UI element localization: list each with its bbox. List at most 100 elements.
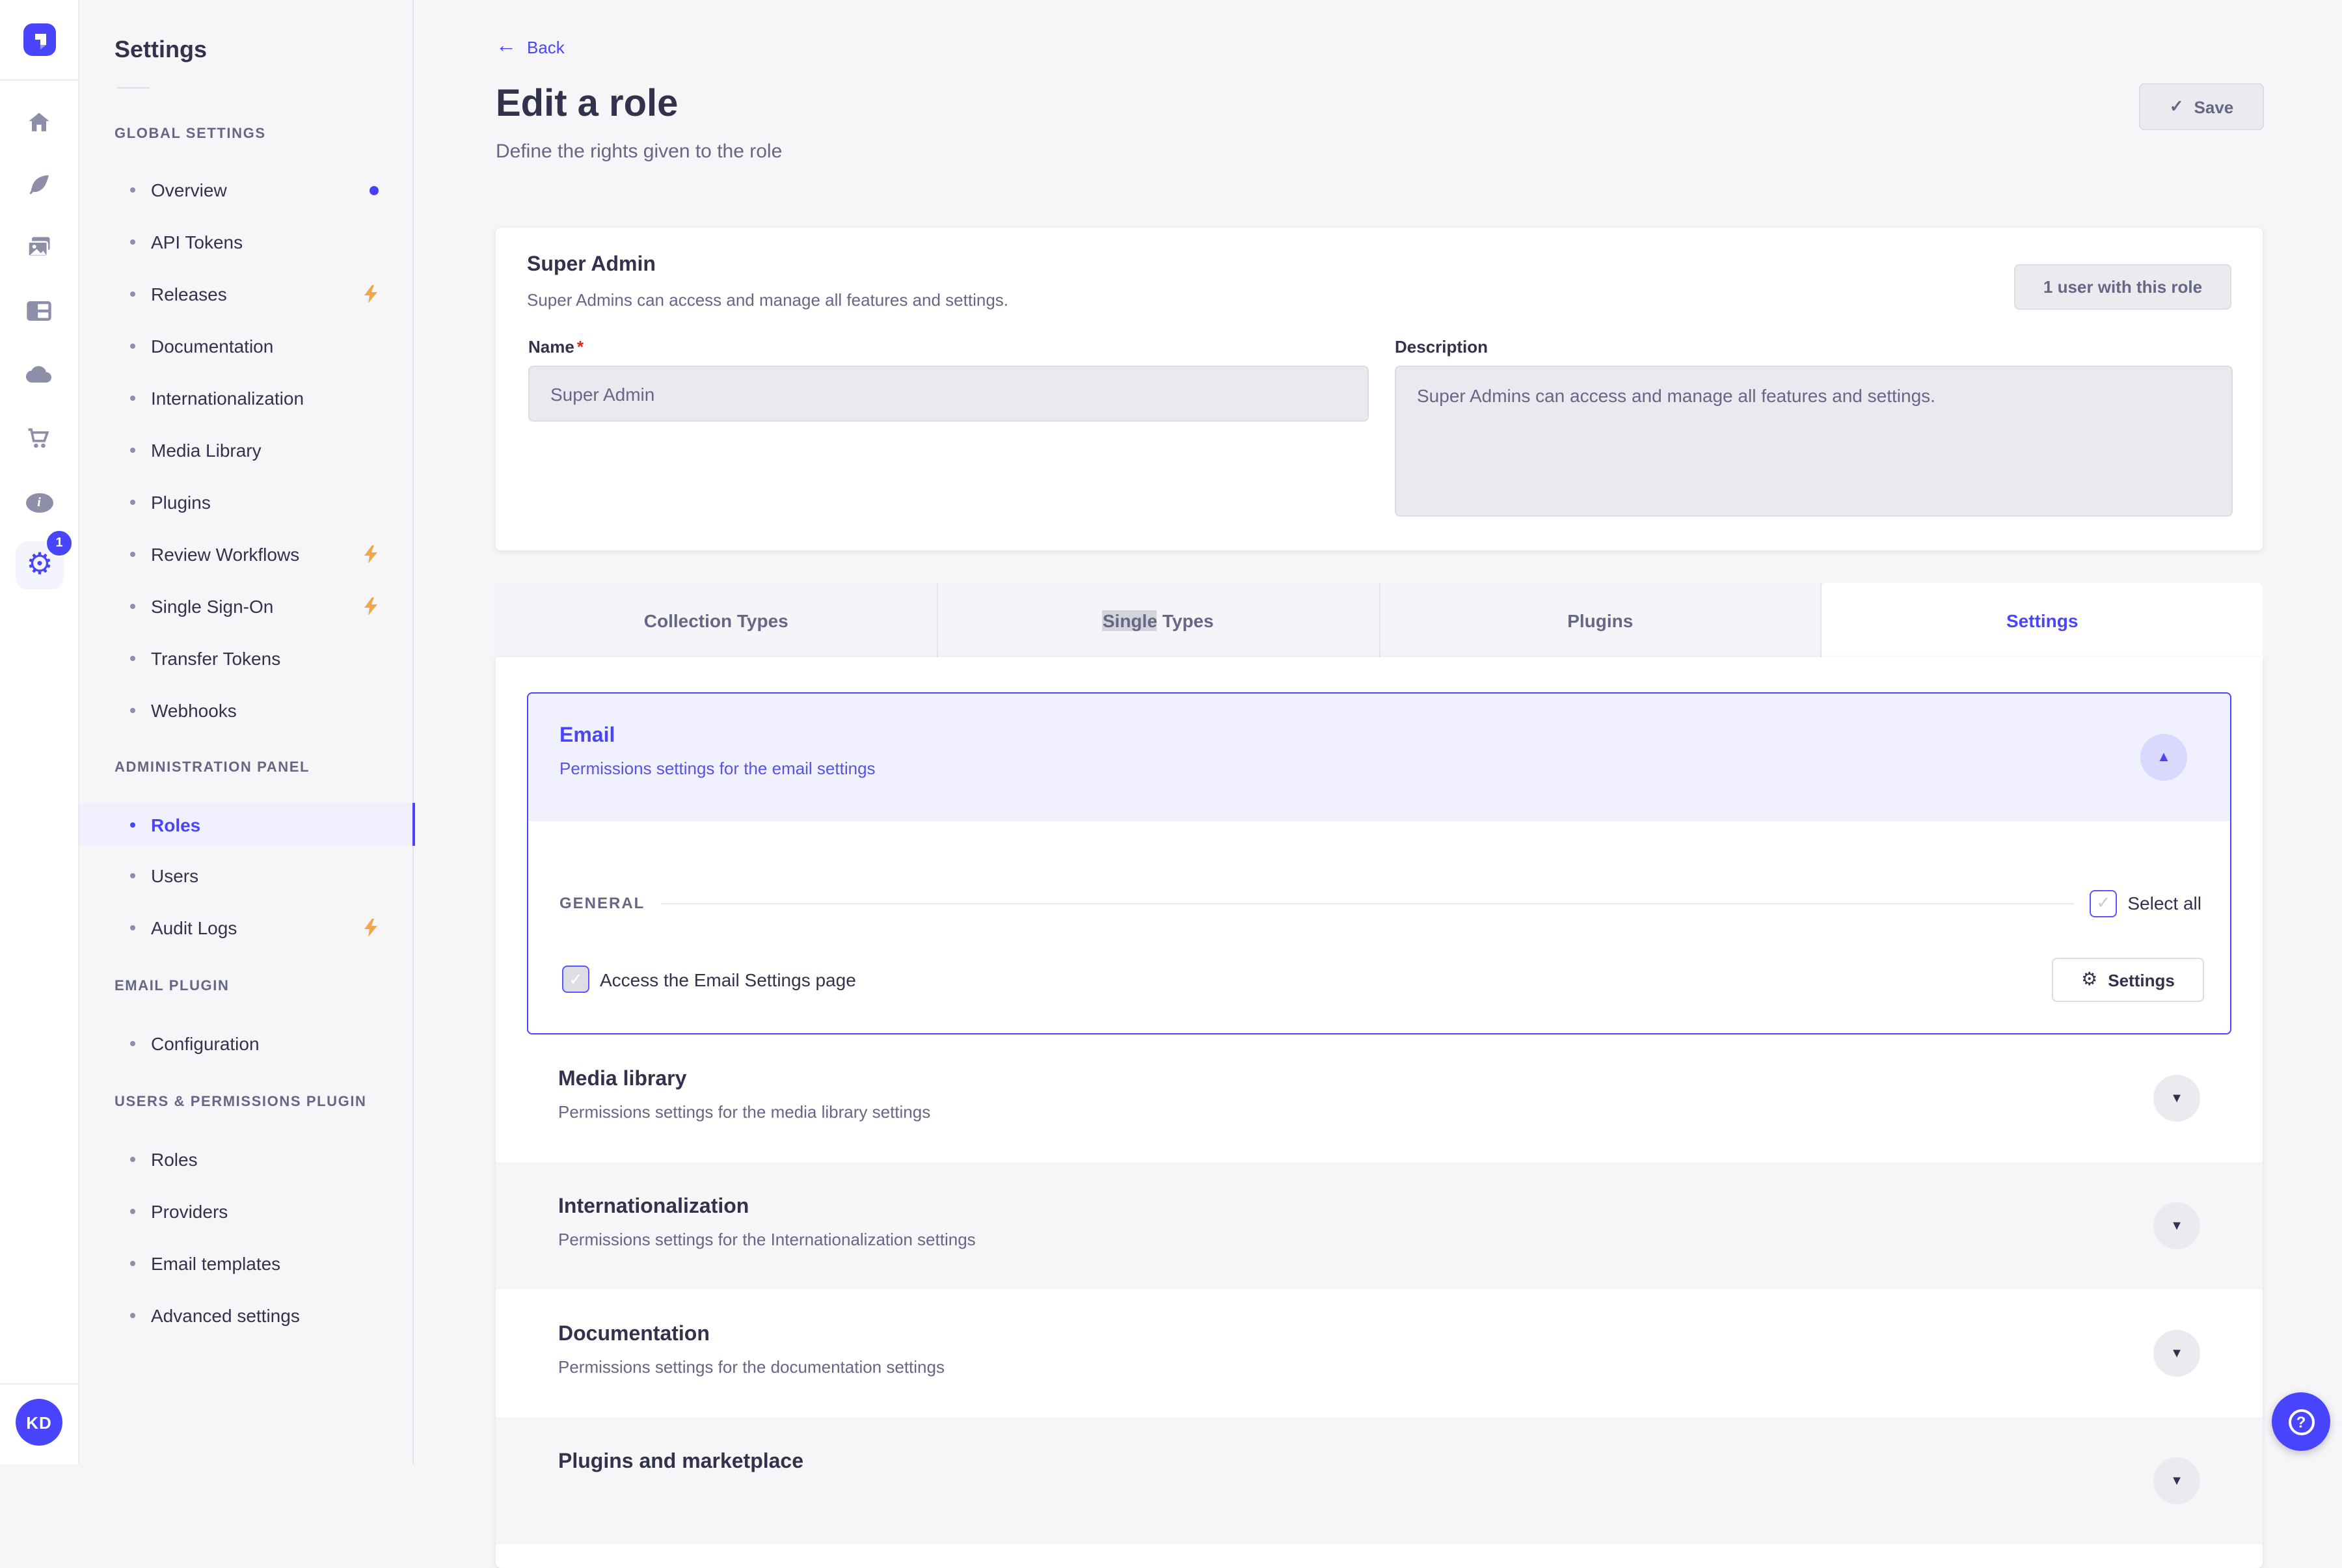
sidebar-title: Settings [114,36,208,62]
bullet-icon [130,604,135,609]
row-subtitle: Permissions settings for the Internation… [558,1230,976,1249]
role-name-heading: Super Admin [527,254,656,276]
plugins-marketplace-permission-row[interactable]: Plugins and marketplace ▼ [496,1417,2263,1545]
sidebar-item-configuration[interactable]: Configuration [78,1018,412,1070]
lightning-icon [363,285,379,303]
selected-text: Single [1102,610,1157,630]
sidebar-item-overview[interactable]: Overview [78,164,412,216]
sidebar-item-providers[interactable]: Providers [78,1185,412,1237]
content-manager-icon[interactable] [0,161,78,208]
page-title: Edit a role [496,83,679,125]
users-with-role-button[interactable]: 1 user with this role [2014,264,2231,310]
expand-button[interactable]: ▼ [2153,1330,2200,1377]
sidebar-item-plugins[interactable]: Plugins [78,476,412,528]
bullet-icon [130,656,135,661]
internationalization-permission-row[interactable]: Internationalization Permissions setting… [496,1162,2263,1290]
content-type-builder-icon[interactable] [0,288,78,334]
check-icon: ✓ [569,969,583,988]
name-label: Name * [528,337,584,357]
save-button[interactable]: ✓ Save [2139,83,2264,130]
row-title: Plugins and marketplace [558,1451,804,1473]
sidebar-item-releases[interactable]: Releases [78,268,412,320]
access-email-settings-checkbox[interactable]: ✓ [562,966,589,993]
sidebar-item-documentation[interactable]: Documentation [78,320,412,372]
strapi-logo-icon[interactable] [23,23,56,56]
marketplace-cart-icon[interactable] [0,415,78,462]
email-settings-button[interactable]: ⚙ Settings [2052,958,2204,1002]
bullet-icon [130,1041,135,1046]
sidebar-item-transfer-tokens[interactable]: Transfer Tokens [78,632,412,684]
sidebar-item-media-library[interactable]: Media Library [78,424,412,476]
media-library-permission-row[interactable]: Media library Permissions settings for t… [496,1034,2263,1162]
tab-plugins[interactable]: Plugins [1380,583,1822,657]
expand-button[interactable]: ▼ [2153,1457,2200,1504]
bullet-icon [130,552,135,557]
row-title: Internationalization [558,1196,749,1218]
lightning-icon [363,545,379,563]
lightning-icon [363,919,379,937]
home-icon[interactable] [0,99,78,146]
main-content: ← Back Edit a role Define the rights giv… [412,0,2342,1568]
name-input[interactable]: Super Admin [528,366,1369,422]
bullet-icon [130,708,135,713]
section-global-settings: GLOBAL SETTINGS [114,126,266,142]
role-details-card: Super Admin Super Admins can access and … [496,228,2263,550]
divider [117,87,150,88]
back-link[interactable]: ← Back [496,36,565,57]
chevron-up-icon: ▲ [2157,750,2171,765]
select-all-checkbox[interactable]: ✓ [2090,889,2118,917]
cloud-icon[interactable] [0,351,78,398]
sidebar-item-roles-active[interactable]: Roles [78,803,415,846]
sidebar-item-api-tokens[interactable]: API Tokens [78,216,412,268]
bullet-icon [130,291,135,297]
role-description-text: Super Admins can access and manage all f… [527,290,1008,310]
sidebar-item-audit-logs[interactable]: Audit Logs [78,902,412,954]
check-icon: ✓ [2169,96,2184,116]
strapi-settings-page: i ⚙ 1 KD Settings GLOBAL SETTINGS Overvi… [0,0,2342,1568]
help-button[interactable]: ? [2272,1392,2330,1451]
sidebar-item-review-workflows[interactable]: Review Workflows [78,528,412,580]
bullet-icon [130,1261,135,1266]
general-section-label: GENERAL [559,894,645,912]
sidebar-item-users[interactable]: Users [78,850,412,902]
page-subtitle: Define the rights given to the role [496,141,783,163]
info-icon[interactable]: i [0,479,78,526]
sidebar-item-email-templates[interactable]: Email templates [78,1237,412,1290]
access-email-settings-row: ✓ Access the Email Settings page [562,966,856,993]
sidebar-item-internationalization[interactable]: Internationalization [78,372,412,424]
section-administration-panel: ADMINISTRATION PANEL [114,760,310,776]
section-users-permissions-plugin: USERS & PERMISSIONS PLUGIN [114,1094,367,1110]
bullet-icon [130,396,135,401]
bullet-icon [130,1157,135,1162]
access-email-settings-label: Access the Email Settings page [600,969,856,990]
tab-settings[interactable]: Settings [1822,583,2263,657]
sidebar-item-up-roles[interactable]: Roles [78,1133,412,1185]
permissions-tabs: Collection Types Single Types Plugins Se… [496,583,2263,657]
required-asterisk: * [576,337,584,357]
settings-notification-badge: 1 [46,530,73,557]
settings-tab-panel: Email Permissions settings for the email… [496,657,2263,1568]
documentation-permission-row[interactable]: Documentation Permissions settings for t… [496,1290,2263,1417]
tab-single-types[interactable]: Single Types [938,583,1380,657]
general-section-row: GENERAL ✓ Select all [559,889,2201,917]
expand-button[interactable]: ▼ [2153,1075,2200,1122]
user-avatar[interactable]: KD [16,1399,62,1446]
expand-button[interactable]: ▼ [2153,1202,2200,1249]
sidebar-item-advanced-settings[interactable]: Advanced settings [78,1290,412,1342]
back-arrow-icon: ← [496,35,517,57]
tab-collection-types[interactable]: Collection Types [496,583,938,657]
divider [0,1383,78,1385]
email-permission-subtitle: Permissions settings for the email setti… [559,759,876,778]
bullet-icon [130,1209,135,1214]
sidebar-item-single-sign-on[interactable]: Single Sign-On [78,580,412,632]
bullet-icon [130,500,135,505]
media-library-icon[interactable] [0,224,78,271]
question-mark-icon: ? [2288,1409,2314,1435]
collapse-button[interactable]: ▲ [2140,734,2187,781]
settings-sidebar: Settings GLOBAL SETTINGS Overview API To… [78,0,415,1464]
description-label: Description [1395,337,1488,357]
description-textarea[interactable]: Super Admins can access and manage all f… [1395,366,2233,517]
email-permission-header[interactable]: Email Permissions settings for the email… [528,694,2230,821]
bullet-icon [130,822,135,827]
sidebar-item-webhooks[interactable]: Webhooks [78,684,412,737]
